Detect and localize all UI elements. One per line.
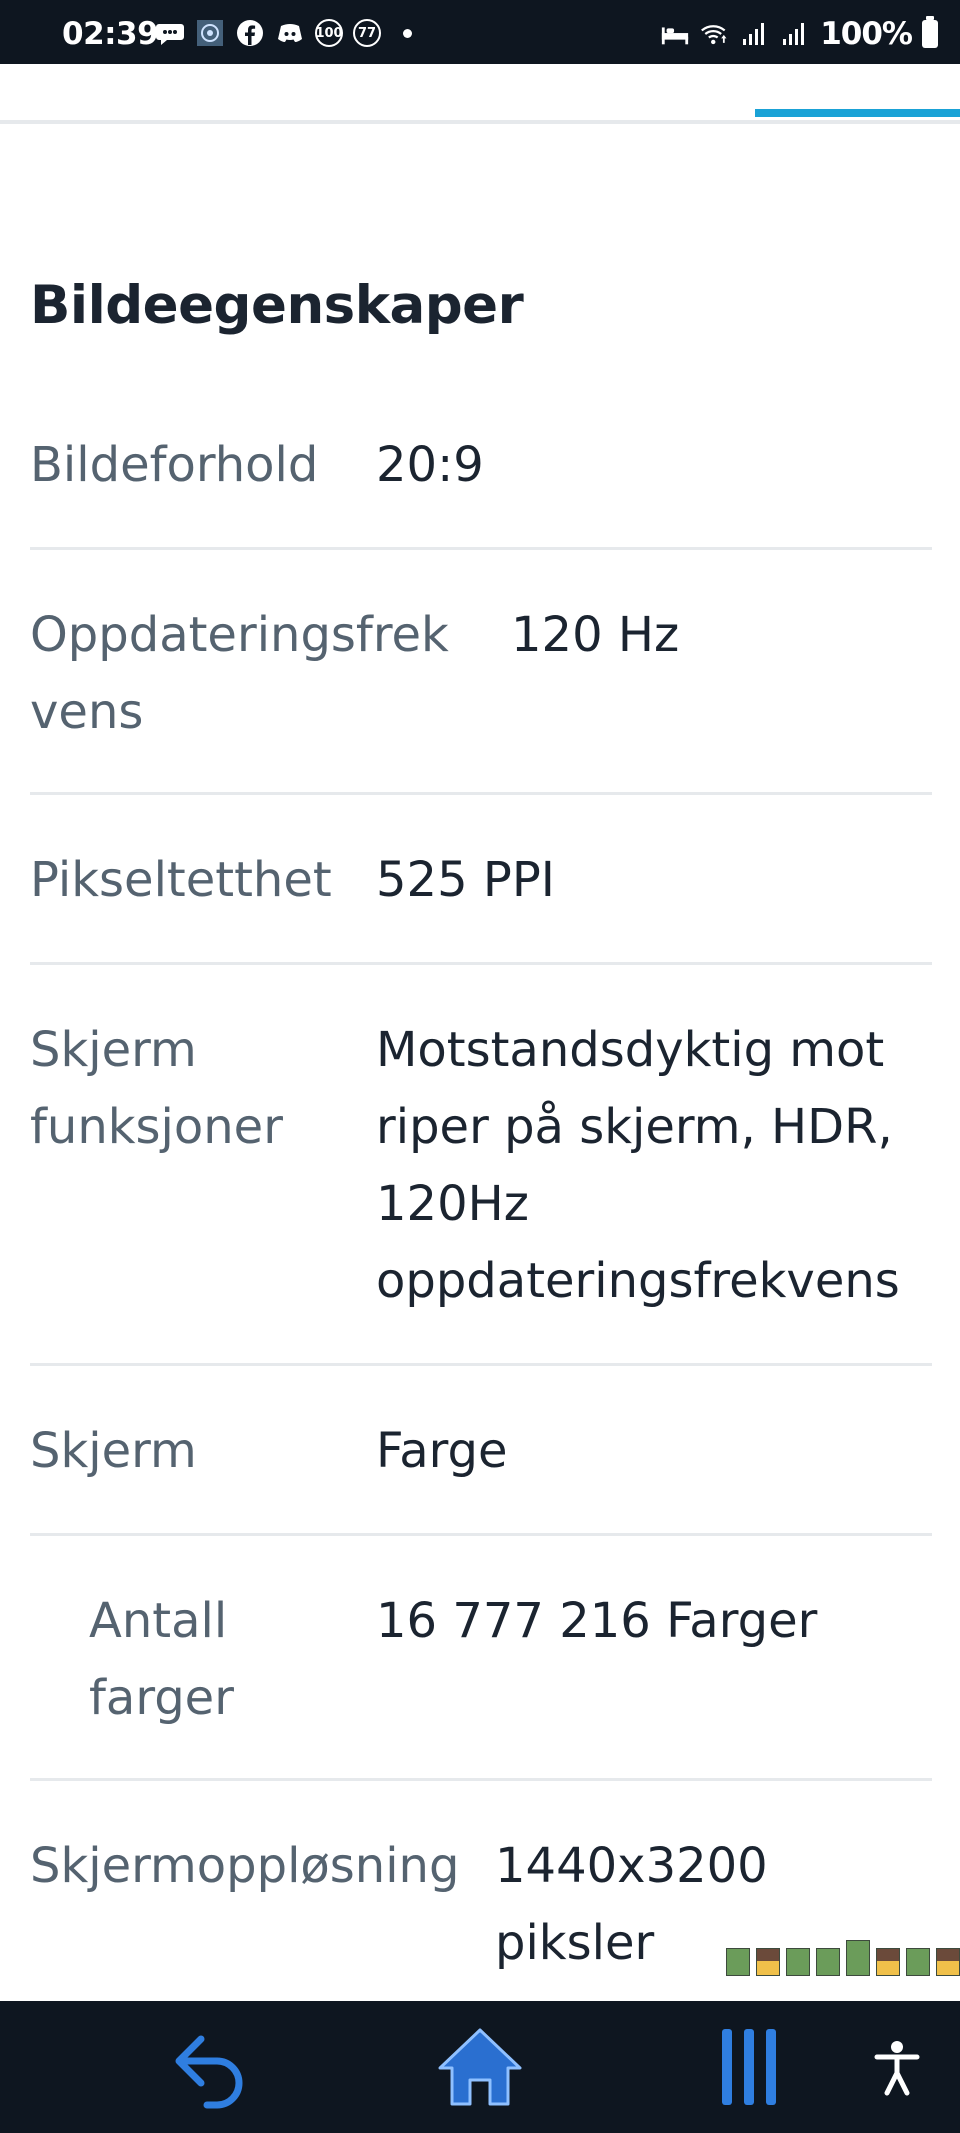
- widget-bar: [936, 1948, 960, 1976]
- status-bar: 02:39 100 77 100%: [0, 0, 960, 64]
- spec-label-line: Antall: [89, 1593, 228, 1649]
- widget-bar: [876, 1948, 900, 1976]
- widget-bar: [786, 1948, 810, 1976]
- status-time: 02:39: [62, 16, 159, 52]
- widget-bar: [906, 1948, 930, 1976]
- spec-label: Antall farger: [89, 1583, 234, 1737]
- wifi-icon: [700, 19, 730, 49]
- back-button[interactable]: [165, 2029, 261, 2109]
- floating-widget[interactable]: [726, 1940, 960, 1976]
- chat-bubble-icon: [155, 18, 185, 48]
- spec-label-line: funksjoner: [30, 1099, 283, 1155]
- spec-value: 16 777 216 Farger: [376, 1583, 817, 1660]
- facebook-icon: [235, 18, 265, 48]
- more-dot-icon: [403, 28, 412, 38]
- signal-1-icon: [740, 19, 770, 49]
- spec-label: Pikseltetthet: [30, 842, 332, 919]
- spec-value-line: 1440x3200: [495, 1838, 768, 1894]
- tab-underline: [0, 120, 960, 124]
- row-divider: [30, 1533, 932, 1536]
- spec-value-line: riper på skjerm, HDR,: [376, 1099, 893, 1155]
- spec-value-line: 525 PPI: [376, 852, 555, 908]
- spec-value: 120 Hz: [511, 597, 679, 674]
- spec-label: Skjermoppløsning: [30, 1828, 459, 1905]
- row-divider: [30, 1778, 932, 1781]
- spec-value: 20:9: [376, 427, 484, 504]
- notification-icons: 100 77: [155, 18, 412, 48]
- row-divider: [30, 547, 932, 550]
- widget-bar: [726, 1948, 750, 1976]
- row-divider: [30, 1363, 932, 1366]
- row-divider: [30, 792, 932, 795]
- battery-percent: 100%: [820, 16, 913, 52]
- spec-label-line: Skjerm: [30, 1022, 197, 1078]
- spec-label-line: Skjerm: [30, 1423, 197, 1479]
- spec-value: Farge: [376, 1413, 508, 1490]
- recents-icon: [710, 2025, 790, 2113]
- home-icon: [434, 2024, 526, 2114]
- system-icons: 100%: [660, 16, 938, 52]
- spec-value-line: 120 Hz: [511, 607, 680, 663]
- accessibility-button[interactable]: [852, 2029, 942, 2109]
- home-button[interactable]: [432, 2028, 528, 2109]
- accessibility-icon: [872, 2037, 922, 2101]
- spec-label: Bildeforhold: [30, 427, 318, 504]
- spec-value: Motstandsdyktig mot riper på skjerm, HDR,…: [376, 1012, 900, 1320]
- signal-2-icon: [780, 19, 810, 49]
- widget-bar: [756, 1948, 780, 1976]
- spec-value-line: oppdateringsfrekvens: [376, 1253, 900, 1309]
- badge-77: 77: [353, 19, 381, 47]
- app-square-icon: [195, 18, 225, 48]
- spec-label: Oppdateringsfrek vens: [30, 597, 449, 751]
- spec-label-line: farger: [89, 1670, 234, 1726]
- spec-value-line: Motstandsdyktig mot: [376, 1022, 885, 1078]
- spec-value-line: Farge: [376, 1423, 508, 1479]
- badge-100: 100: [315, 19, 343, 47]
- spec-value-line: 120Hz: [376, 1176, 529, 1232]
- spec-label: Skjerm funksjoner: [30, 1012, 283, 1166]
- spec-label: Skjerm: [30, 1413, 197, 1490]
- active-tab-indicator[interactable]: [755, 109, 960, 117]
- discord-icon: [275, 18, 305, 48]
- navigation-bar: [0, 2001, 960, 2133]
- battery-icon: [922, 16, 938, 48]
- spec-value: 525 PPI: [376, 842, 555, 919]
- section-title: Bildeegenskaper: [30, 275, 524, 336]
- sleep-bed-icon: [660, 19, 690, 49]
- spec-label-line: vens: [30, 684, 144, 740]
- spec-value-line: 16 777 216 Farger: [376, 1593, 818, 1649]
- spec-label-line: Bildeforhold: [30, 437, 319, 493]
- spec-value-line: 20:9: [376, 437, 484, 493]
- recents-button[interactable]: [702, 2029, 798, 2109]
- widget-bar: [816, 1948, 840, 1976]
- spec-label-line: Oppdateringsfrek: [30, 607, 449, 663]
- row-divider: [30, 962, 932, 965]
- tab-strip: [0, 64, 960, 124]
- spec-label-line: Pikseltetthet: [30, 852, 332, 908]
- widget-bar: [846, 1940, 870, 1976]
- spec-label-line: Skjermoppløsning: [30, 1838, 460, 1894]
- back-arrow-icon: [171, 2025, 255, 2113]
